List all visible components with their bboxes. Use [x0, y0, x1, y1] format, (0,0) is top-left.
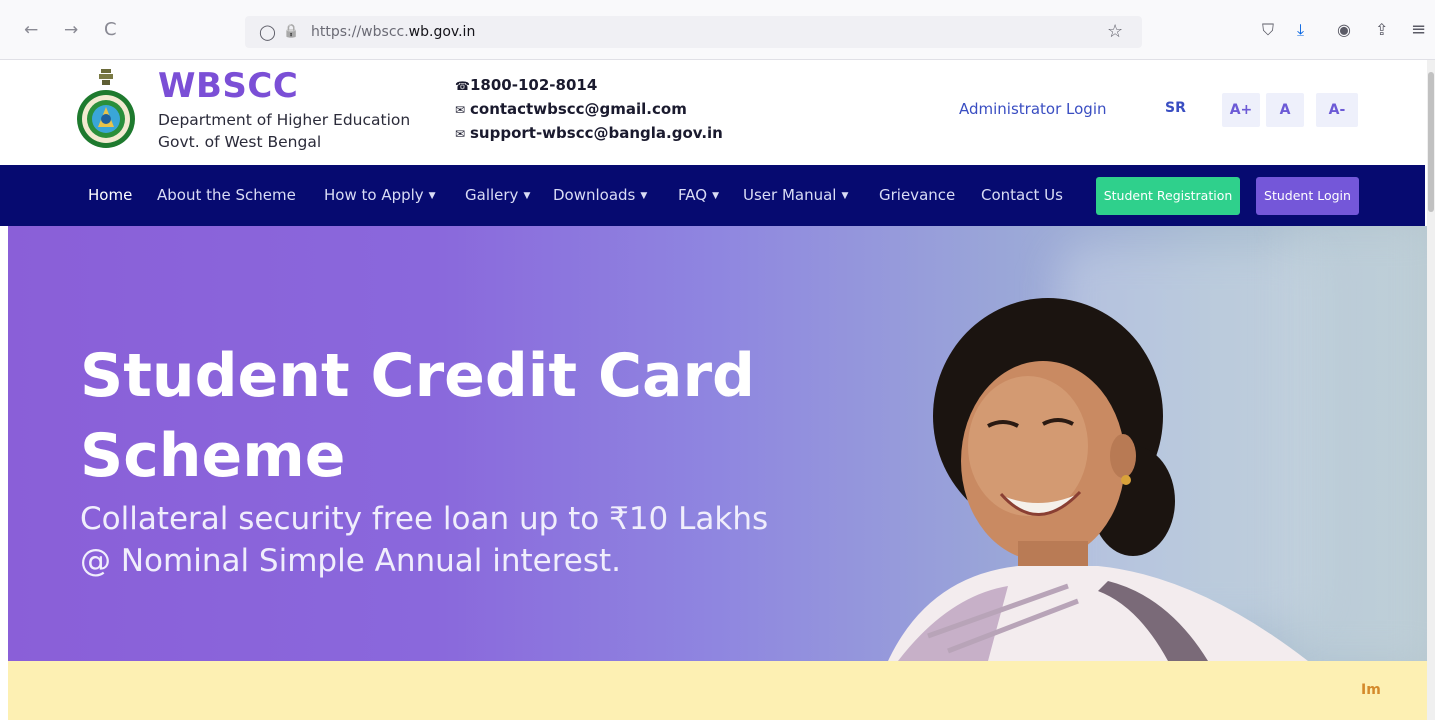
mail-icon: ✉: [455, 103, 466, 117]
student-registration-button[interactable]: Student Registration: [1096, 177, 1240, 215]
nav-contact-us[interactable]: Contact Us: [981, 185, 1063, 205]
chevron-down-icon: ▼: [841, 191, 849, 201]
government-emblem-logo[interactable]: [76, 67, 136, 155]
notice-marquee-text[interactable]: Im: [1361, 682, 1381, 698]
screen-reader-link[interactable]: SR: [1165, 100, 1186, 116]
email-contact[interactable]: contactwbscc@gmail.com: [470, 100, 687, 118]
url-text[interactable]: https://wbscc.wb.gov.in: [311, 23, 475, 41]
important-notice-bar: Im: [8, 661, 1427, 720]
chevron-down-icon: ▼: [640, 191, 648, 201]
contact-info: ☎1800-102-8014 ✉ contactwbscc@gmail.com ✉…: [455, 74, 723, 146]
site-header: WBSCC Department of Higher Education Gov…: [0, 60, 1425, 165]
brand-title[interactable]: WBSCC: [158, 66, 298, 106]
nav-how-to-apply[interactable]: How to Apply ▼: [324, 185, 436, 206]
student-login-button[interactable]: Student Login: [1256, 177, 1359, 215]
nav-home[interactable]: Home: [88, 185, 132, 205]
reload-icon[interactable]: C: [104, 20, 117, 40]
chief-minister-portrait-image: [888, 298, 1308, 661]
menu-icon[interactable]: ≡: [1411, 21, 1426, 39]
font-increase-button[interactable]: A+: [1222, 93, 1260, 127]
main-navbar: Home About the Scheme How to Apply ▼ Gall…: [0, 165, 1425, 226]
nav-user-manual[interactable]: User Manual ▼: [743, 185, 848, 206]
mail-icon: ✉: [455, 127, 466, 141]
download-icon[interactable]: ⤓: [1297, 21, 1304, 39]
nav-downloads[interactable]: Downloads ▼: [553, 185, 647, 206]
address-bar[interactable]: ◯ 🔒 https://wbscc.wb.gov.in ☆: [245, 16, 1142, 48]
font-normal-button[interactable]: A: [1266, 93, 1304, 127]
scrollbar-thumb[interactable]: [1428, 72, 1434, 212]
back-icon[interactable]: ←: [24, 20, 38, 40]
department-line-1: Department of Higher Education: [158, 111, 411, 129]
hero-subtitle-line-1: Collateral security free loan up to ₹10 …: [80, 501, 769, 537]
hero-banner: Student Credit Card Scheme Collateral se…: [8, 226, 1427, 661]
shield-icon[interactable]: ◯: [259, 22, 276, 42]
browser-toolbar: ← → C ◯ 🔒 https://wbscc.wb.gov.in ☆ ⛉ ⤓ …: [0, 0, 1435, 60]
nav-about-scheme[interactable]: About the Scheme: [157, 185, 296, 205]
page-scrollbar[interactable]: [1427, 60, 1435, 720]
extensions-icon[interactable]: ⇪: [1375, 21, 1388, 39]
chevron-down-icon: ▼: [523, 191, 531, 201]
nav-grievance[interactable]: Grievance: [879, 185, 955, 205]
department-name: Department of Higher Education Govt. of …: [158, 109, 410, 153]
email-support[interactable]: support-wbscc@bangla.gov.in: [470, 124, 723, 142]
forward-icon[interactable]: →: [64, 20, 78, 40]
hero-title-line-2: Scheme: [80, 421, 346, 491]
font-decrease-button[interactable]: A-: [1316, 93, 1358, 127]
nav-faq[interactable]: FAQ ▼: [678, 185, 719, 206]
hero-subtitle: Collateral security free loan up to ₹10 …: [80, 498, 800, 582]
phone-icon: ☎: [455, 79, 470, 93]
hero-title: Student Credit Card Scheme: [80, 336, 800, 496]
phone-number[interactable]: 1800-102-8014: [470, 76, 597, 94]
account-icon[interactable]: ◉: [1337, 21, 1351, 39]
hero-title-line-1: Student Credit Card: [80, 341, 755, 411]
administrator-login-link[interactable]: Administrator Login: [959, 100, 1107, 118]
hero-subtitle-line-2: @ Nominal Simple Annual interest.: [80, 543, 622, 579]
department-line-2: Govt. of West Bengal: [158, 133, 322, 151]
lock-icon[interactable]: 🔒: [283, 22, 299, 42]
nav-gallery[interactable]: Gallery ▼: [465, 185, 530, 206]
bookmark-star-icon[interactable]: ☆: [1107, 21, 1123, 42]
chevron-down-icon: ▼: [428, 191, 436, 201]
chevron-down-icon: ▼: [712, 191, 719, 201]
pocket-icon[interactable]: ⛉: [1262, 21, 1274, 39]
